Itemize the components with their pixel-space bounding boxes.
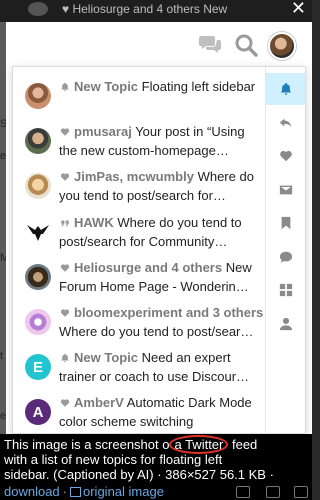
notification-item[interactable]: pmusaraj Your post in “Using the new cust…: [13, 118, 265, 166]
download-link[interactable]: download: [4, 484, 60, 499]
heart-icon[interactable]: [266, 140, 305, 172]
search-icon[interactable]: [234, 33, 258, 57]
avatar-letter: A: [32, 403, 44, 421]
notifications-menu: New Topic Floating left sidebar pmusaraj …: [12, 66, 306, 434]
avatar: [25, 128, 51, 155]
avatar-letter: E: [32, 358, 43, 376]
grid-icon[interactable]: [266, 274, 305, 306]
notification-line: AmberV Automatic Dark Mode: [59, 394, 265, 413]
original-image-link[interactable]: original image: [83, 484, 164, 499]
notification-title: Automatic Dark Mode: [126, 395, 252, 411]
bottom-toolbar: [232, 484, 312, 500]
avatar: [25, 309, 51, 335]
chat-icon[interactable]: [266, 241, 305, 273]
notification-title: Forum Home Page - Wonderin…: [59, 278, 249, 294]
heart-icon: [59, 124, 71, 142]
heart-icon: [59, 169, 71, 187]
chat-bubbles-icon[interactable]: [198, 34, 222, 54]
heart-icon: [59, 305, 71, 323]
notification-line: Heliosurge and 4 others New: [59, 259, 265, 278]
avatar: [25, 218, 51, 245]
header-icons: [6, 22, 312, 68]
background-notification-text: ♥ Heliosurge and 4 others New: [62, 2, 228, 16]
notification-actor: HAWK: [74, 214, 114, 230]
notification-title: the new custom-homepage…: [59, 143, 229, 159]
caption-links: download · original image: [4, 484, 164, 499]
notification-actor: JimPas, mcwumbly: [74, 169, 194, 185]
window-icon[interactable]: [294, 486, 308, 498]
caption-line: with a list of new topics for floating l…: [4, 452, 223, 467]
envelope-icon[interactable]: [266, 174, 305, 206]
notification-actor: Heliosurge and 4 others: [74, 259, 223, 275]
notification-item[interactable]: Heliosurge and 4 others New Forum Home Pa…: [13, 254, 265, 302]
notification-actor: AmberV: [74, 395, 124, 411]
bookmark-icon[interactable]: [266, 207, 305, 239]
notification-line: New Topic Floating left sidebar: [59, 78, 265, 97]
avatar: [25, 83, 51, 109]
notification-title: New: [225, 259, 252, 275]
heart-icon: [59, 260, 71, 278]
upload-icon[interactable]: [266, 486, 280, 498]
avatar: [25, 173, 51, 200]
quote-icon: [59, 215, 71, 233]
notification-line: pmusaraj Your post in “Using: [59, 123, 265, 142]
notification-line: HAWK Where do you tend to: [59, 214, 265, 233]
close-icon[interactable]: ✕: [291, 0, 306, 17]
notification-item[interactable]: bloomexperiment and 3 others Where do you…: [13, 299, 265, 347]
heart-icon: ♥: [62, 2, 73, 16]
reply-icon[interactable]: [266, 107, 305, 139]
notification-title: Floating left sidebar: [141, 79, 256, 94]
image-icon: [70, 487, 81, 497]
notification-title: Where do: [197, 169, 254, 185]
notification-line: New Topic Need an expert: [59, 349, 265, 368]
caption-line: sidebar. (Captioned by AI) · 386×527 56.…: [4, 467, 274, 482]
notification-title: you tend to post/search for…: [59, 188, 226, 204]
notification-actor: pmusaraj: [74, 124, 132, 140]
bell-icon[interactable]: [266, 73, 305, 105]
notification-line: JimPas, mcwumbly Where do: [59, 168, 265, 187]
notification-title: post/search for Community…: [59, 233, 228, 249]
heart-icon: [59, 395, 71, 413]
avatar: E: [25, 354, 51, 381]
notification-title: color scheme switching: [59, 414, 194, 430]
bell-icon: [59, 350, 71, 368]
caption-line: This image is a screenshot oa Twitter fe…: [4, 435, 258, 454]
notification-list: New Topic Floating left sidebar pmusaraj …: [13, 67, 265, 433]
notification-item[interactable]: A AmberV Automatic Dark Mode color scheme …: [13, 389, 265, 433]
user-avatar[interactable]: [268, 32, 296, 60]
bell-icon: [59, 79, 71, 97]
avatar: [28, 2, 48, 16]
background-notification-strip: ♥ Heliosurge and 4 others New ✕: [0, 0, 312, 22]
notification-actor: New Topic: [74, 79, 139, 94]
avatar: [25, 263, 51, 290]
notification-title: Your post in “Using: [135, 124, 245, 140]
user-menu-panel: New Topic Floating left sidebar pmusaraj …: [6, 22, 312, 434]
notification-item[interactable]: JimPas, mcwumbly Where do you tend to pos…: [13, 163, 265, 211]
notification-title: trainer or coach to use Discour…: [59, 369, 250, 385]
hawk-logo-icon: [27, 224, 49, 241]
notification-item[interactable]: E New Topic Need an expert trainer or coac…: [13, 344, 265, 392]
share-icon[interactable]: [236, 486, 250, 498]
avatar: A: [25, 399, 51, 426]
notification-line: bloomexperiment and 3 others: [59, 304, 265, 323]
notification-title: Where do you tend to post/sear…: [59, 324, 254, 339]
notification-item[interactable]: New Topic Floating left sidebar: [13, 73, 265, 121]
user-icon[interactable]: [266, 308, 305, 340]
notification-actor: bloomexperiment and 3 others: [74, 305, 264, 320]
notification-actor: New Topic: [74, 350, 139, 366]
notification-title: Need an expert: [141, 350, 231, 366]
menu-tab-rail: [265, 67, 305, 433]
notification-title: Where do you tend to: [117, 214, 242, 230]
notification-item[interactable]: HAWK Where do you tend to post/search for…: [13, 209, 265, 257]
